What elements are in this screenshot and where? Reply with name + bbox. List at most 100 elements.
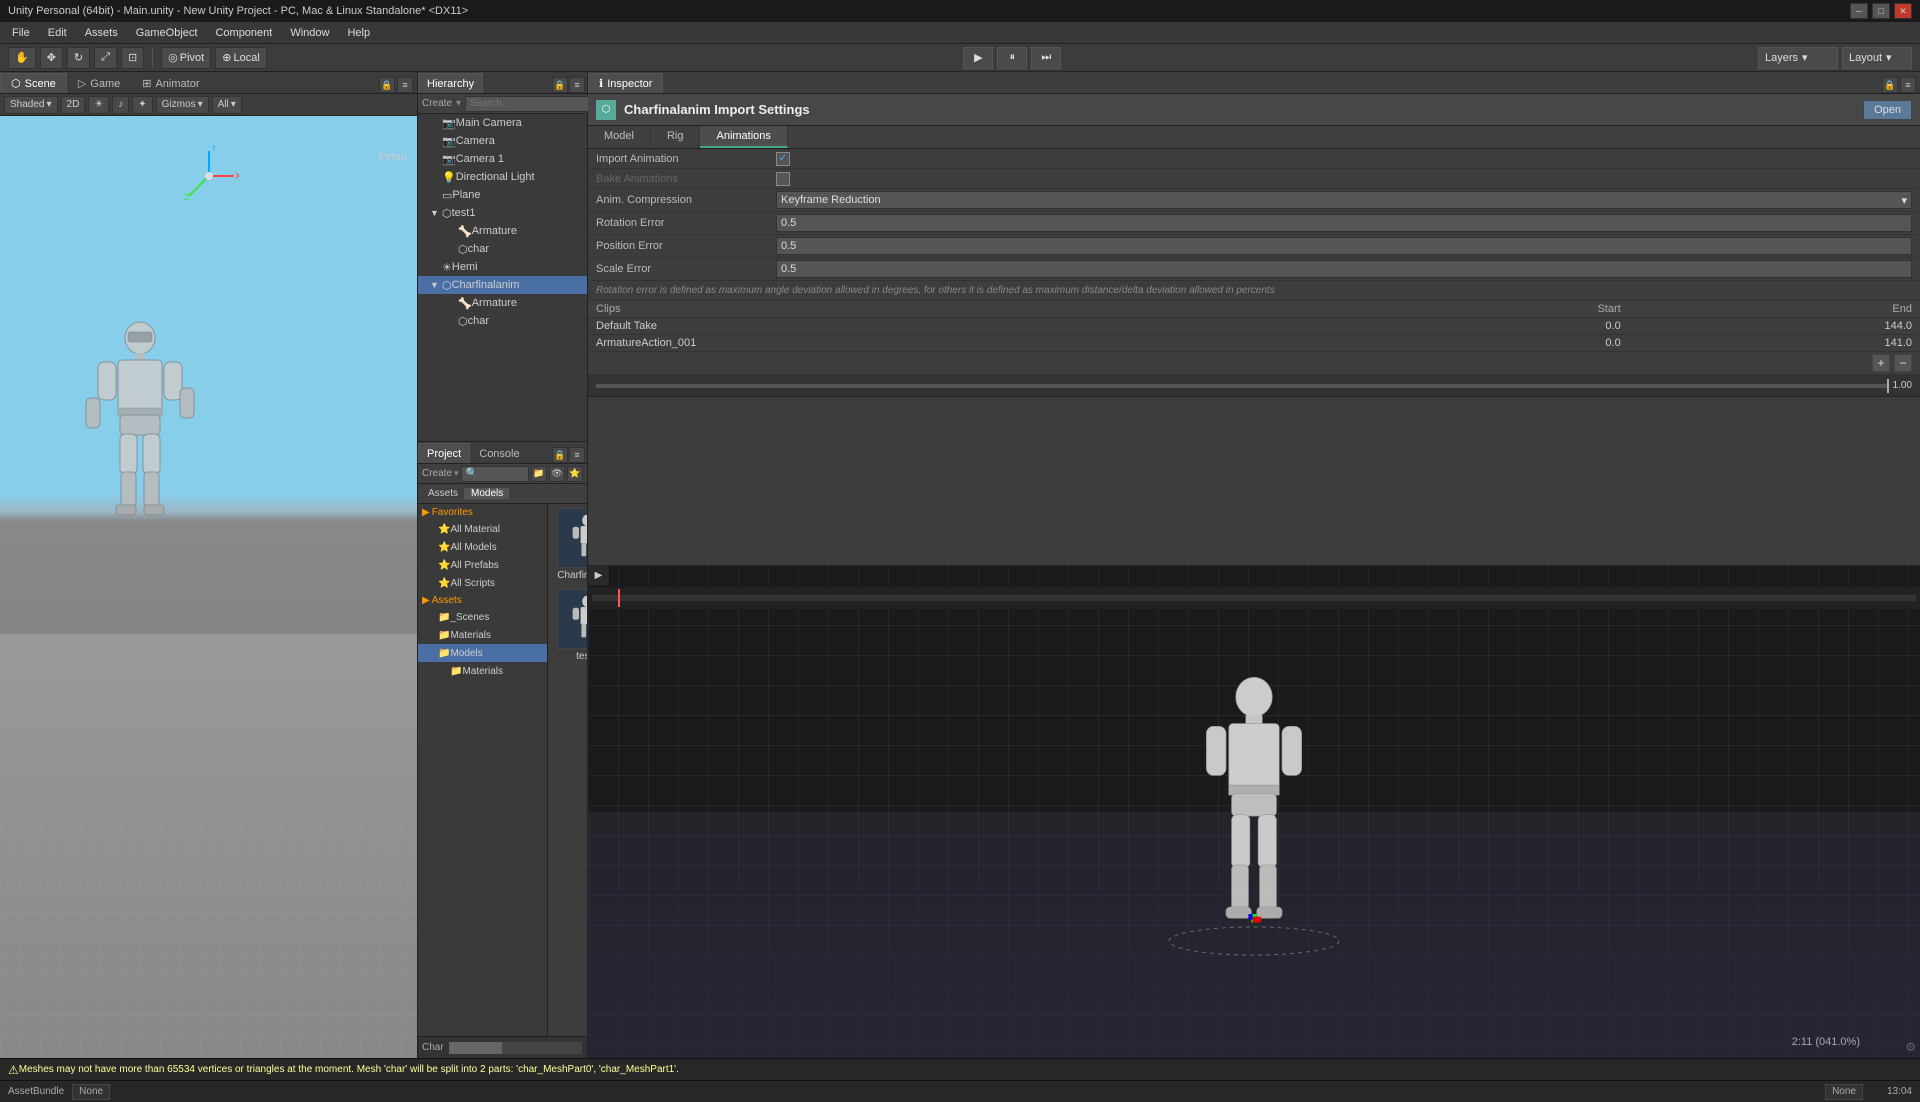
preview-viewport[interactable]: ▶ [588,565,1920,1058]
menu-window[interactable]: Window [282,25,337,41]
transform-rect-tool[interactable]: ⊡ [121,47,144,69]
transform-scale-tool[interactable]: ⤢ [94,47,117,69]
layers-dropdown[interactable]: Layers ▾ [1758,47,1838,69]
audio-toggle[interactable]: ♪ [112,96,129,114]
file-item-charfinalanim[interactable]: Charfinalan... [552,508,587,581]
asset-bundle-value[interactable]: None [72,1084,110,1100]
menu-assets[interactable]: Assets [77,25,126,41]
2d-toggle[interactable]: 2D [61,96,86,114]
minimize-button[interactable]: ─ [1850,3,1868,19]
clip-row-armature[interactable]: ArmatureAction_001 0.0 141.0 [588,335,1920,352]
remove-clip-button[interactable]: − [1894,354,1912,372]
project-eye-button[interactable]: 👁 [549,466,565,482]
tab-console[interactable]: Console [470,443,528,463]
viewport-menu-button[interactable]: ≡ [397,77,413,93]
subtab-model[interactable]: Model [588,126,651,148]
asset-scenes[interactable]: 📁_Scenes [418,608,547,626]
menu-edit[interactable]: Edit [40,25,75,41]
hierarchy-menu-button[interactable]: ≡ [569,77,585,93]
shaded-dropdown[interactable]: Shaded ▾ [4,96,58,114]
maximize-button[interactable]: □ [1872,3,1890,19]
window-controls[interactable]: ─ □ ✕ [1850,3,1912,19]
clip-row-default[interactable]: Default Take 0.0 144.0 [588,318,1920,335]
tree-item-hemi[interactable]: ☀ Hemi [418,258,587,276]
assets-filter-tab[interactable]: Assets [422,488,465,499]
local-toggle[interactable]: ⊕ Local [215,47,267,69]
hierarchy-search-input[interactable] [465,96,607,112]
step-button[interactable]: ⏭ [1031,47,1061,69]
import-animation-checkbox[interactable] [776,152,790,166]
layout-dropdown[interactable]: Layout ▾ [1842,47,1912,69]
tree-item-camera1[interactable]: 📷 Camera 1 [418,150,587,168]
file-item-test1[interactable]: test1 [552,589,587,662]
fav-all-scripts[interactable]: ⭐All Scripts [418,574,547,592]
scene-viewport[interactable]: Y X Z Persp [0,116,417,1058]
tab-animator[interactable]: ⊞ Animator [131,73,210,93]
fav-all-prefabs[interactable]: ⭐All Prefabs [418,556,547,574]
tree-item-char2[interactable]: ⬡ char [418,312,587,330]
models-filter-tab[interactable]: Models [465,488,509,499]
project-lock-button[interactable]: 🔒 [552,447,568,463]
position-error-value[interactable]: 0.5 [776,237,1912,255]
menu-file[interactable]: File [4,25,38,41]
file-label-charfinalanim: Charfinalan... [557,570,587,581]
tree-item-armature2[interactable]: 🦴 Armature [418,294,587,312]
asset-models[interactable]: 📁Models [418,644,547,662]
tree-item-main-camera[interactable]: 📷 Main Camera [418,114,587,132]
play-button[interactable]: ▶ [963,47,993,69]
gizmos-dropdown[interactable]: Gizmos ▾ [156,96,209,114]
tab-game[interactable]: ▷ Game [67,73,131,93]
hierarchy-create-button[interactable]: Create [422,98,452,109]
open-button[interactable]: Open [1863,100,1912,120]
project-create-button[interactable]: Create [422,468,452,479]
lighting-toggle[interactable]: ☀ [88,96,109,114]
anim-compression-dropdown[interactable]: Keyframe Reduction ▾ [776,191,1912,209]
transform-rotate-tool[interactable]: ↻ [67,47,90,69]
channel-slider[interactable] [448,1041,583,1055]
tab-hierarchy[interactable]: Hierarchy [418,73,483,93]
tab-scene[interactable]: ⬡ Scene [0,73,67,93]
tree-item-armature1[interactable]: 🦴 Armature [418,222,587,240]
subtab-animations[interactable]: Animations [700,126,787,148]
preview-settings-button[interactable]: ⚙ [1905,1040,1916,1054]
tree-item-directional-light[interactable]: 💡 Directional Light [418,168,587,186]
asset-materials2[interactable]: 📁Materials [418,662,547,680]
project-folder-button[interactable]: 📁 [531,466,547,482]
preview-play-button[interactable]: ▶ [588,565,610,587]
inspector-timeline-track[interactable] [596,384,1889,388]
close-button[interactable]: ✕ [1894,3,1912,19]
subtab-rig[interactable]: Rig [651,126,701,148]
tree-item-test1[interactable]: ▼⬡ test1 [418,204,587,222]
hierarchy-lock-button[interactable]: 🔒 [552,77,568,93]
tab-project[interactable]: Project [418,443,470,463]
scale-error-value[interactable]: 0.5 [776,260,1912,278]
inspector-menu-button[interactable]: ≡ [1900,77,1916,93]
viewport-lock-button[interactable]: 🔒 [379,77,395,93]
tab-inspector[interactable]: ℹ Inspector [588,73,663,93]
pivot-toggle[interactable]: ◎ Pivot [161,47,211,69]
add-clip-button[interactable]: + [1872,354,1890,372]
inspector-lock-button[interactable]: 🔒 [1882,77,1898,93]
fav-all-material[interactable]: ⭐All Material [418,520,547,538]
fx-toggle[interactable]: ✦ [132,96,152,114]
project-menu-button[interactable]: ≡ [569,447,585,463]
pause-button[interactable]: ⏸ [997,47,1027,69]
tree-item-plane[interactable]: ▭ Plane [418,186,587,204]
anim-scrubber-track[interactable] [592,595,1916,601]
tree-item-charfinalanim[interactable]: ▼⬡ Charfinalanim [418,276,587,294]
project-star-button[interactable]: ⭐ [567,466,583,482]
tree-item-char1[interactable]: ⬡ char [418,240,587,258]
right-status-value[interactable]: None [1825,1084,1863,1100]
transform-move-tool[interactable]: ✥ [40,47,63,69]
tree-item-camera[interactable]: 📷 Camera [418,132,587,150]
menu-help[interactable]: Help [339,25,378,41]
menu-gameobject[interactable]: GameObject [128,25,206,41]
rotation-error-value[interactable]: 0.5 [776,214,1912,232]
fav-all-models[interactable]: ⭐All Models [418,538,547,556]
all-dropdown[interactable]: All ▾ [212,96,242,114]
menu-component[interactable]: Component [207,25,280,41]
transform-hand-tool[interactable]: ✋ [8,47,36,69]
asset-materials[interactable]: 📁Materials [418,626,547,644]
local-icon: ⊕ [222,51,231,64]
bake-animations-checkbox[interactable] [776,172,790,186]
